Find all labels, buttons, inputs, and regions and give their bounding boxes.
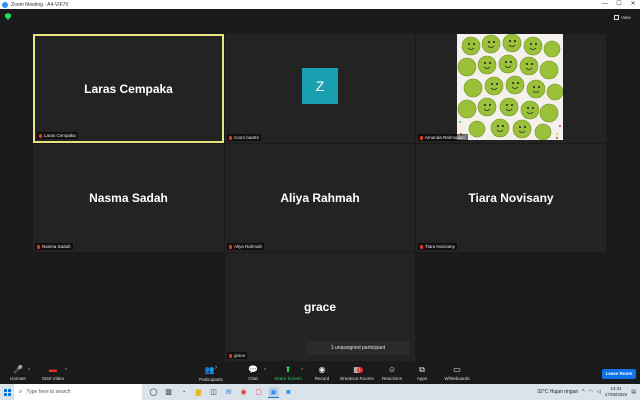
whiteboards-button[interactable]: ▭ Whiteboards bbox=[440, 361, 474, 384]
clock-date: 17/05/2022 bbox=[604, 392, 628, 397]
zoom-taskbar-icon[interactable]: ▣ bbox=[268, 386, 279, 398]
muted-mic-icon bbox=[37, 244, 40, 249]
meeting-toolbar: 🎤 Unmute ^ ▬ Start Video ^ 👥7 Participan… bbox=[0, 361, 640, 384]
whiteboard-icon: ▭ bbox=[453, 364, 461, 374]
participants-button[interactable]: 👥7 Participants bbox=[196, 361, 226, 384]
participant-name-label: Amanda Rahmadani bbox=[418, 134, 469, 141]
task-view-icon[interactable]: ◯ bbox=[148, 387, 159, 398]
file-explorer-icon[interactable]: ▆ bbox=[193, 387, 204, 398]
start-video-button[interactable]: ▬ Start Video bbox=[38, 361, 68, 384]
participant-display-name: Laras Cempaka bbox=[84, 81, 173, 96]
participant-name-label: zoom baa04 bbox=[227, 134, 261, 141]
chat-options-chevron-icon[interactable]: ^ bbox=[264, 368, 266, 374]
share-screen-icon: ⬆ bbox=[284, 364, 292, 374]
video-tile-nasma-sadah[interactable]: Nasma Sadah Nasma Sadah bbox=[33, 144, 224, 252]
video-tile-aliya-rahmah[interactable]: Aliya Rahmah Aliya Rahmah bbox=[225, 144, 415, 252]
start-button[interactable] bbox=[0, 384, 14, 400]
video-tile-amanda-rahmadani[interactable]: Amanda Rahmadani bbox=[416, 34, 606, 143]
meeting-area: View Laras Cempaka Laras Cempaka Z zoom … bbox=[0, 9, 640, 361]
network-icon[interactable]: ◠ bbox=[589, 389, 593, 395]
minimize-button[interactable]: — bbox=[598, 0, 612, 9]
breakout-badge: 1 bbox=[356, 366, 363, 373]
green-grapes-smiley-image bbox=[457, 34, 563, 140]
store-icon[interactable]: ◫ bbox=[208, 387, 219, 398]
participant-name-label: grace bbox=[227, 352, 248, 359]
view-button[interactable]: View bbox=[614, 13, 636, 21]
muted-mic-icon bbox=[420, 135, 423, 140]
muted-mic-icon bbox=[229, 244, 232, 249]
pinned-apps: ◯ ▥ ◔ ▆ ◫ ✉ ◉ ▢ ▣ ◙ bbox=[148, 384, 294, 400]
avatar: Z bbox=[302, 68, 338, 104]
participant-name-label: Nasma Sadah bbox=[35, 243, 73, 250]
participant-display-name: Aliya Rahmah bbox=[280, 191, 360, 205]
weather-status[interactable]: 32°C Hujan ringan bbox=[537, 389, 578, 395]
muted-mic-icon bbox=[39, 133, 42, 138]
mail-icon[interactable]: ✉ bbox=[223, 387, 234, 398]
participant-display-name: grace bbox=[303, 300, 337, 314]
leave-room-button[interactable]: Leave Room bbox=[602, 369, 636, 379]
record-icon: ◉ bbox=[318, 364, 326, 374]
security-shield-icon[interactable] bbox=[5, 13, 11, 20]
participant-name-label: Aliya Rahmah bbox=[227, 243, 265, 250]
chat-icon: 💬 bbox=[248, 364, 258, 374]
view-label: View bbox=[621, 14, 631, 20]
muted-mic-icon: 🎤 bbox=[13, 364, 23, 374]
share-options-chevron-icon[interactable]: ^ bbox=[301, 368, 303, 374]
participant-display-name: Tiara Novisany bbox=[468, 191, 554, 205]
windows-taskbar: ⌕ Type here to search ◯ ▥ ◔ ▆ ◫ ✉ ◉ ▢ ▣ … bbox=[0, 384, 640, 400]
zoom-meeting-taskbar-icon[interactable]: ◙ bbox=[283, 387, 294, 398]
show-hidden-icons-chevron-icon[interactable]: ^ bbox=[582, 389, 584, 395]
office-icon[interactable]: ▢ bbox=[253, 387, 264, 398]
apps-button[interactable]: ⧉ Apps bbox=[412, 361, 432, 384]
window-controls: — ☐ ✕ bbox=[598, 0, 640, 9]
breakout-rooms-icon: ▦1 bbox=[353, 365, 363, 375]
windows-logo-icon bbox=[3, 388, 11, 396]
share-screen-button[interactable]: ⬆ Share Screen bbox=[272, 361, 304, 384]
notifications-icon[interactable]: ▤ bbox=[631, 389, 636, 395]
reactions-button[interactable]: ☺ Reactions bbox=[379, 361, 405, 384]
video-tile-laras-cempaka[interactable]: Laras Cempaka Laras Cempaka bbox=[33, 34, 224, 143]
edge-browser-icon[interactable]: ◔ bbox=[178, 387, 189, 398]
volume-icon[interactable]: ◁ bbox=[597, 389, 601, 395]
system-tray: 32°C Hujan ringan ^ ◠ ◁ 13:41 17/05/2022… bbox=[537, 386, 640, 398]
video-tile-tiara-novisany[interactable]: Tiara Novisany Tiara Novisany bbox=[416, 144, 606, 252]
audio-options-chevron-icon[interactable]: ^ bbox=[28, 368, 30, 374]
participant-name-label: Tiara Novisany bbox=[418, 243, 457, 250]
chat-button[interactable]: 💬 Chat bbox=[242, 361, 264, 384]
unassigned-participant-notice[interactable]: 1 unassigned participant bbox=[306, 341, 410, 355]
apps-icon: ⧉ bbox=[419, 364, 425, 374]
participant-display-name: Nasma Sadah bbox=[89, 191, 168, 205]
video-options-chevron-icon[interactable]: ^ bbox=[65, 368, 67, 374]
close-button[interactable]: ✕ bbox=[626, 0, 640, 9]
muted-mic-icon bbox=[229, 353, 232, 358]
grid-view-icon bbox=[614, 14, 619, 20]
muted-mic-icon bbox=[420, 244, 423, 249]
window-titlebar: Zoom Meeting - A4-VIF70 — ☐ ✕ bbox=[0, 0, 640, 9]
record-button[interactable]: ◉ Record bbox=[310, 361, 334, 384]
taskbar-clock[interactable]: 13:41 17/05/2022 bbox=[605, 386, 628, 398]
muted-mic-icon bbox=[229, 135, 232, 140]
taskbar-search-box[interactable]: ⌕ Type here to search bbox=[14, 384, 142, 400]
breakout-rooms-button[interactable]: ▦1 Breakout Rooms bbox=[338, 361, 376, 384]
window-title: Zoom Meeting - A4-VIF70 bbox=[11, 1, 69, 8]
video-tile-zoom-baa04[interactable]: Z zoom baa04 bbox=[225, 34, 415, 143]
zoom-app-icon bbox=[2, 1, 8, 8]
chrome-icon[interactable]: ◉ bbox=[238, 387, 249, 398]
video-off-icon: ▬ bbox=[49, 364, 57, 374]
search-icon: ⌕ bbox=[19, 388, 23, 395]
reactions-icon: ☺ bbox=[387, 364, 397, 374]
maximize-button[interactable]: ☐ bbox=[612, 0, 626, 9]
task-switch-icon[interactable]: ▥ bbox=[163, 387, 174, 398]
participant-name-label: Laras Cempaka bbox=[37, 132, 78, 139]
participants-icon: 👥7 bbox=[204, 365, 218, 375]
search-placeholder: Type here to search bbox=[26, 389, 71, 395]
unmute-button[interactable]: 🎤 Unmute bbox=[6, 361, 30, 384]
participant-video-image bbox=[457, 34, 563, 140]
